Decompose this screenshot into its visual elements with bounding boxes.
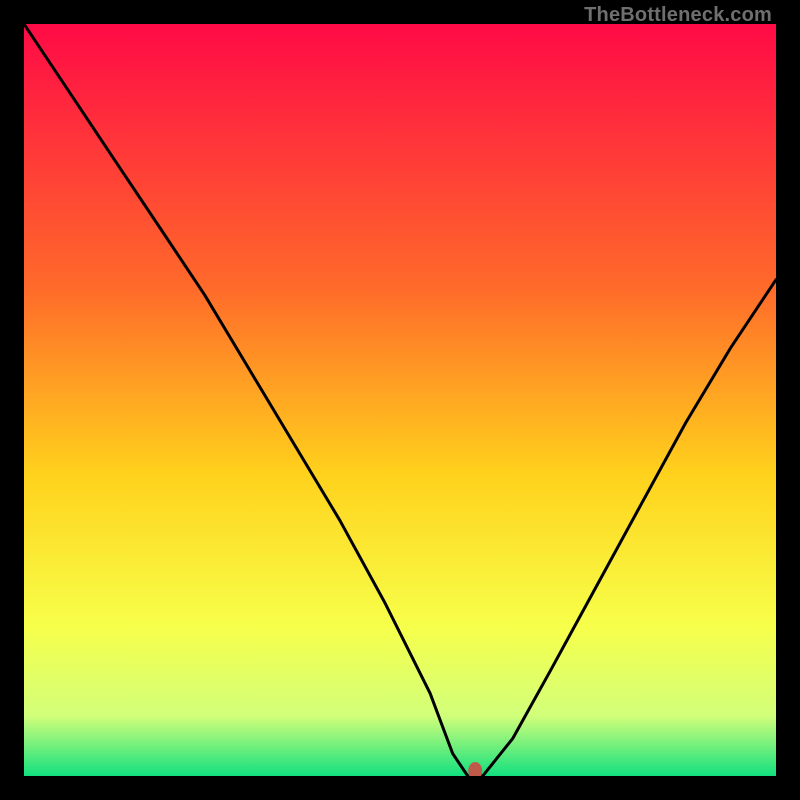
bottleneck-chart xyxy=(24,24,776,776)
watermark-text: TheBottleneck.com xyxy=(584,4,772,27)
chart-frame xyxy=(24,24,776,776)
gradient-background xyxy=(24,24,776,776)
